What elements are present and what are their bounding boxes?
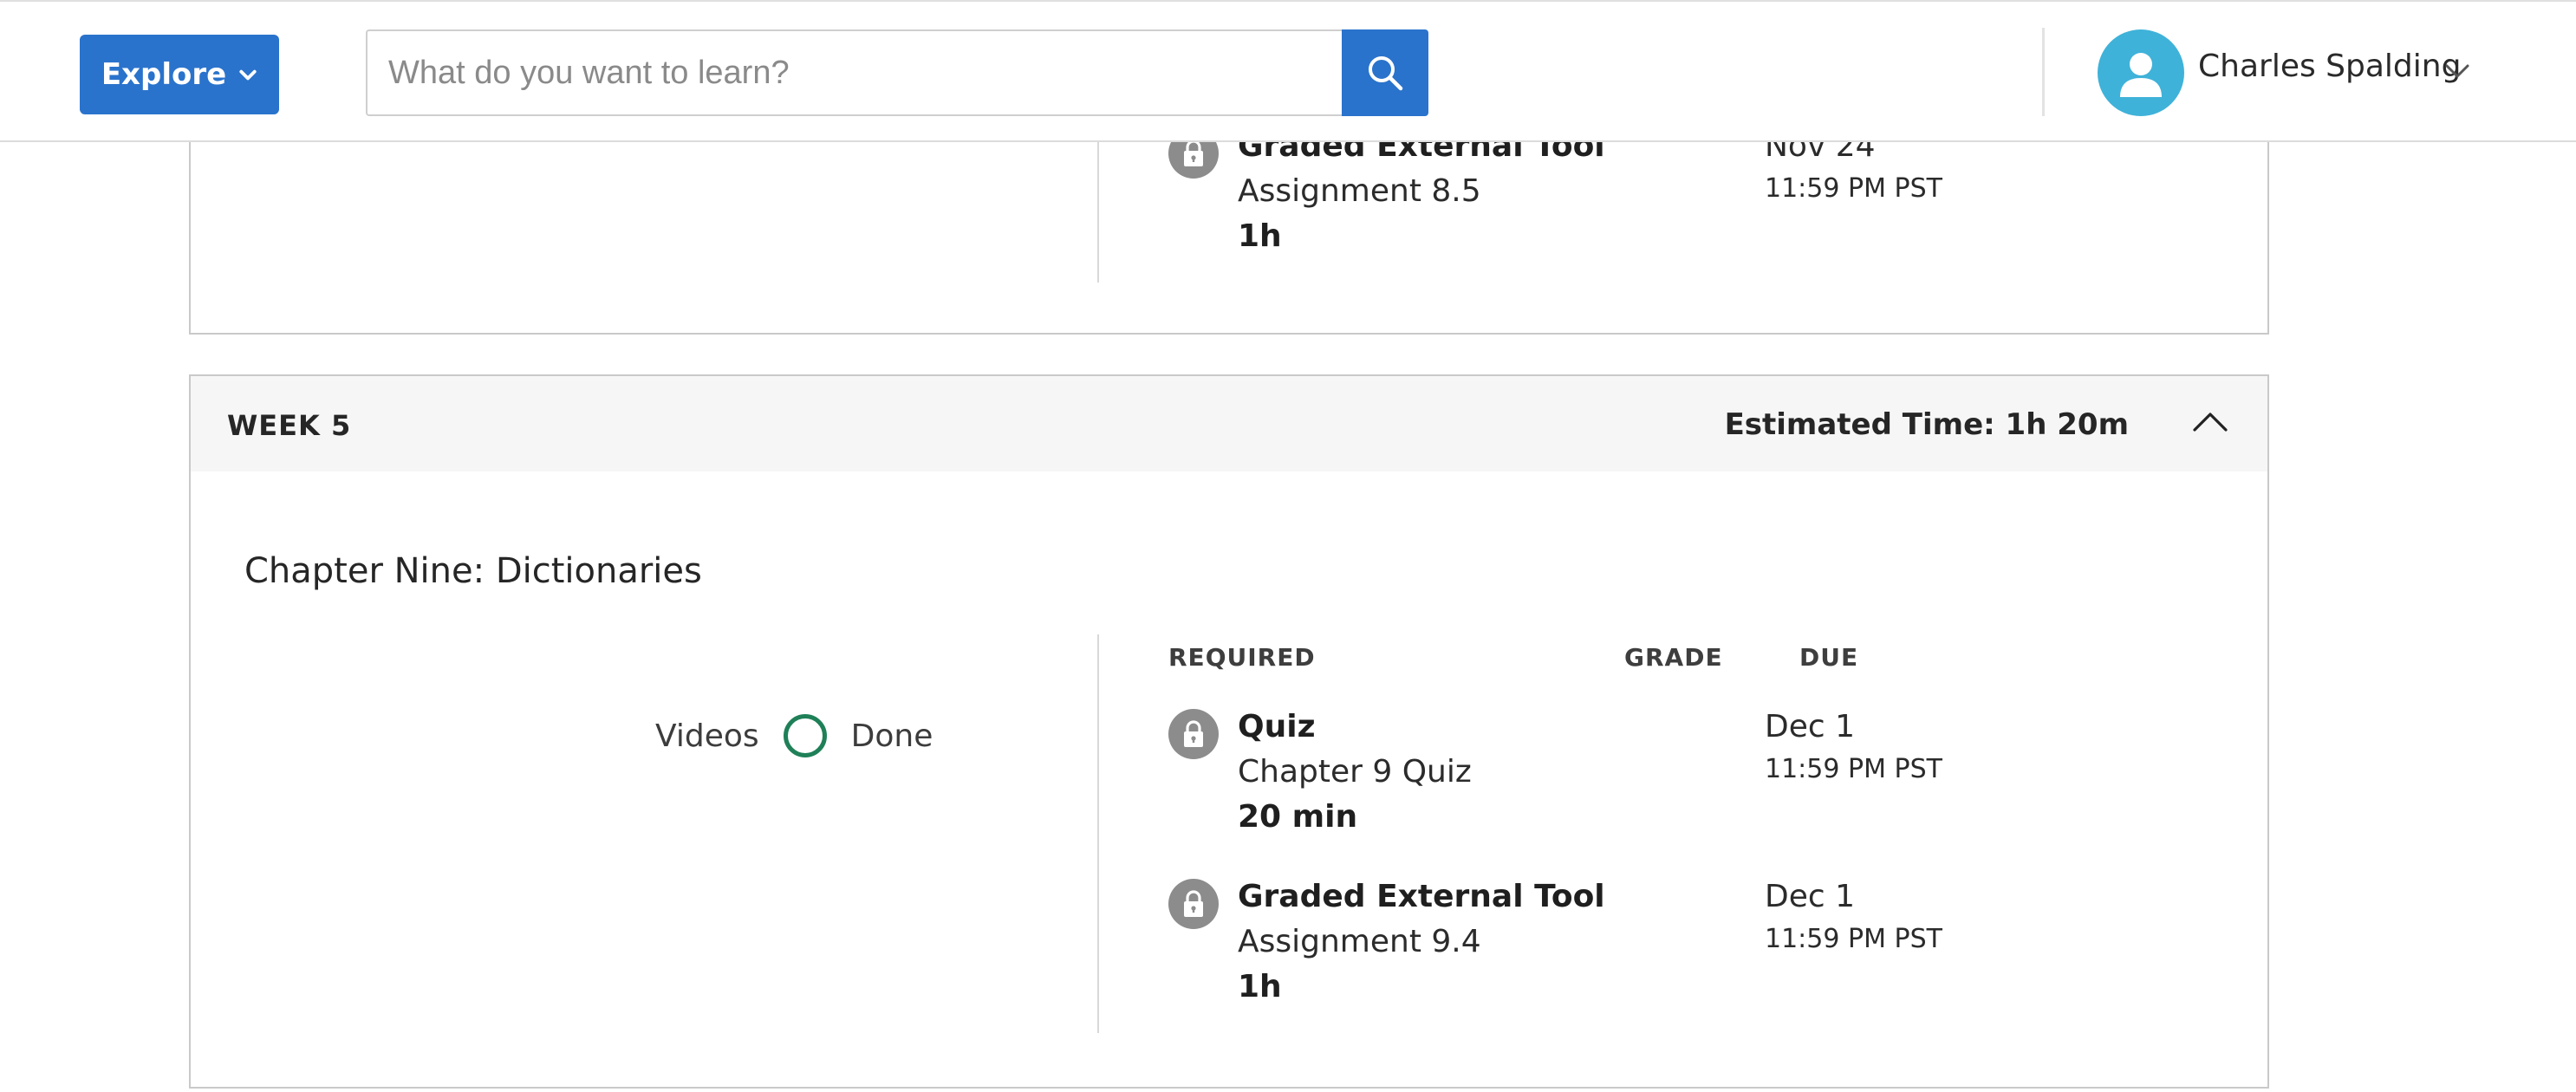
user-icon (2120, 53, 2162, 97)
column-header-required: REQUIRED (1168, 643, 1316, 672)
column-header-grade: GRADE (1624, 643, 1723, 672)
estimated-time: Estimated Time: 1h 20m (1724, 407, 2129, 442)
search-input[interactable] (366, 29, 1342, 116)
top-header: Explore Charles Spalding (0, 0, 2576, 142)
lock-icon (1168, 709, 1219, 759)
item-duration: 1h (1238, 218, 1282, 254)
due-date: Dec 1 (1765, 879, 1856, 914)
search-bar (366, 29, 1428, 116)
avatar[interactable] (2098, 29, 2184, 116)
column-header-due: DUE (1799, 643, 1859, 672)
list-item[interactable]: Quiz Chapter 9 Quiz 20 min Dec 1 11:59 P… (1168, 709, 2035, 848)
week-header[interactable]: WEEK 5 Estimated Time: 1h 20m (191, 376, 2267, 471)
item-name: Chapter 9 Quiz (1238, 754, 1472, 790)
due-date: Dec 1 (1765, 709, 1856, 744)
week-title: WEEK 5 (227, 409, 352, 442)
search-button[interactable] (1342, 29, 1428, 116)
lock-icon (1168, 879, 1219, 929)
explore-button[interactable]: Explore (80, 35, 279, 114)
due-time: 11:59 PM PST (1765, 924, 1942, 954)
done-label: Done (850, 718, 933, 754)
list-item[interactable]: Graded External Tool Assignment 8.5 1h N… (1168, 128, 2035, 267)
header-divider (2042, 28, 2045, 116)
due-time: 11:59 PM PST (1765, 754, 1942, 784)
item-type[interactable]: Graded External Tool (1238, 879, 1605, 914)
item-name: Assignment 8.5 (1238, 173, 1481, 209)
week-card-week5: WEEK 5 Estimated Time: 1h 20m Chapter Ni… (189, 374, 2269, 1089)
column-divider (1097, 634, 1099, 1033)
user-name[interactable]: Charles Spalding (2198, 49, 2461, 84)
chevron-up-icon[interactable] (2191, 409, 2229, 435)
item-duration: 1h (1238, 969, 1282, 1004)
videos-label[interactable]: Videos (655, 718, 759, 754)
circle-outline-icon (783, 714, 827, 757)
chapter-title: Chapter Nine: Dictionaries (244, 551, 702, 591)
chevron-down-icon (239, 69, 257, 81)
item-name: Assignment 9.4 (1238, 924, 1481, 959)
item-duration: 20 min (1238, 799, 1358, 835)
due-time: 11:59 PM PST (1765, 173, 1942, 204)
explore-label: Explore (101, 57, 227, 92)
list-item[interactable]: Graded External Tool Assignment 9.4 1h D… (1168, 879, 2035, 1017)
chevron-down-icon[interactable] (2444, 62, 2470, 80)
videos-progress: Videos Done (655, 714, 933, 757)
item-type[interactable]: Quiz (1238, 709, 1316, 744)
search-icon (1369, 56, 1403, 91)
